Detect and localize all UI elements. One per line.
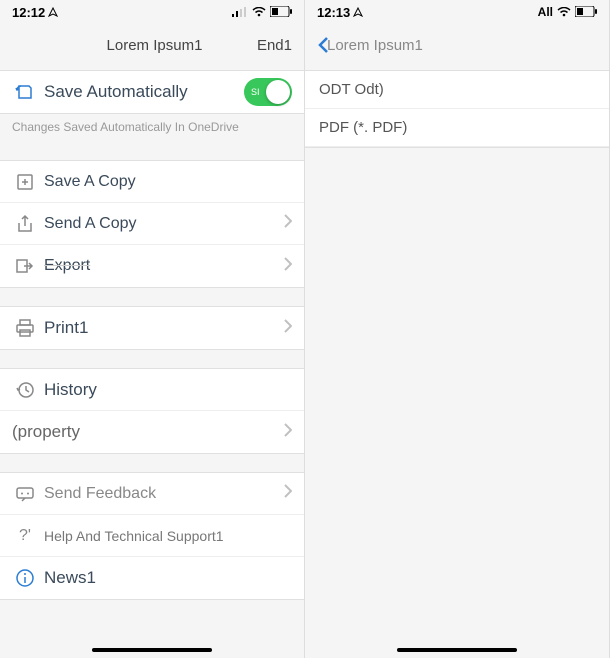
home-indicator[interactable] (397, 648, 517, 652)
property-label: (property (12, 422, 284, 442)
help-icon: ?' (12, 527, 38, 545)
news-label: News1 (44, 568, 292, 588)
print-row[interactable]: Print1 (0, 307, 304, 349)
export-row[interactable]: Export (0, 245, 304, 287)
autosave-label: Save Automatically (44, 82, 244, 102)
print-label: Print1 (44, 318, 284, 338)
history-label: History (44, 380, 292, 400)
help-row[interactable]: ?' Help And Technical Support1 (0, 515, 304, 557)
history-row[interactable]: History (0, 369, 304, 411)
status-time: 12:12 (12, 5, 45, 20)
share-icon (12, 214, 38, 234)
save-copy-label: Save A Copy (44, 173, 292, 191)
autosave-toggle[interactable]: SI (244, 78, 292, 106)
location-icon (48, 5, 58, 20)
autosave-row[interactable]: Save Automatically SI (0, 71, 304, 113)
feedback-label: Send Feedback (44, 485, 284, 503)
chevron-right-icon (284, 214, 292, 233)
format-pdf-label: PDF (*. PDF) (319, 119, 407, 136)
wifi-icon (557, 5, 571, 20)
format-pdf-row[interactable]: PDF (*. PDF) (305, 109, 609, 147)
wifi-icon (252, 5, 266, 20)
export-label: Export (44, 257, 284, 275)
autosave-caption: Changes Saved Automatically In OneDrive (0, 114, 304, 142)
status-bar: 12:12 (0, 0, 304, 20)
status-time: 12:13 (317, 5, 350, 20)
feedback-row[interactable]: Send Feedback (0, 473, 304, 515)
chevron-right-icon (284, 319, 292, 338)
nav-title: Lorem Ipsum1 (52, 37, 257, 54)
location-icon (353, 5, 363, 20)
status-extra: All (538, 5, 553, 19)
status-bar: 12:13 All (305, 0, 609, 20)
feedback-icon (12, 484, 38, 504)
nav-bar: Lorem Ipsum1 End1 (0, 20, 304, 70)
save-copy-row[interactable]: Save A Copy (0, 161, 304, 203)
screen-left: 12:12 Lorem Ipsum1 End1 Save Automatical… (0, 0, 305, 658)
battery-icon (575, 5, 597, 20)
chevron-right-icon (284, 423, 292, 442)
send-copy-row[interactable]: Send A Copy (0, 203, 304, 245)
chevron-right-icon (284, 257, 292, 276)
nav-bar: Lorem Ipsum1 (305, 20, 609, 70)
save-plus-icon (12, 172, 38, 192)
battery-icon (270, 5, 292, 20)
format-odt-label: ODT Odt) (319, 81, 384, 98)
format-odt-row[interactable]: ODT Odt) (305, 71, 609, 109)
nav-back-button[interactable]: Lorem Ipsum1 (317, 36, 423, 54)
help-label: Help And Technical Support1 (44, 528, 292, 544)
home-indicator[interactable] (92, 648, 212, 652)
nav-back-label: Lorem Ipsum1 (327, 37, 423, 54)
signal-icon (232, 5, 248, 20)
info-icon (12, 568, 38, 588)
chevron-right-icon (284, 484, 292, 503)
news-row[interactable]: News1 (0, 557, 304, 599)
autosave-icon (12, 82, 38, 102)
send-copy-label: Send A Copy (44, 215, 284, 233)
screen-right: 12:13 All Lorem Ipsum1 ODT Odt) PDF (*. … (305, 0, 610, 658)
nav-end[interactable]: End1 (257, 37, 292, 54)
export-icon (12, 256, 38, 276)
print-icon (12, 318, 38, 338)
history-icon (12, 380, 38, 400)
property-row[interactable]: (property (0, 411, 304, 453)
